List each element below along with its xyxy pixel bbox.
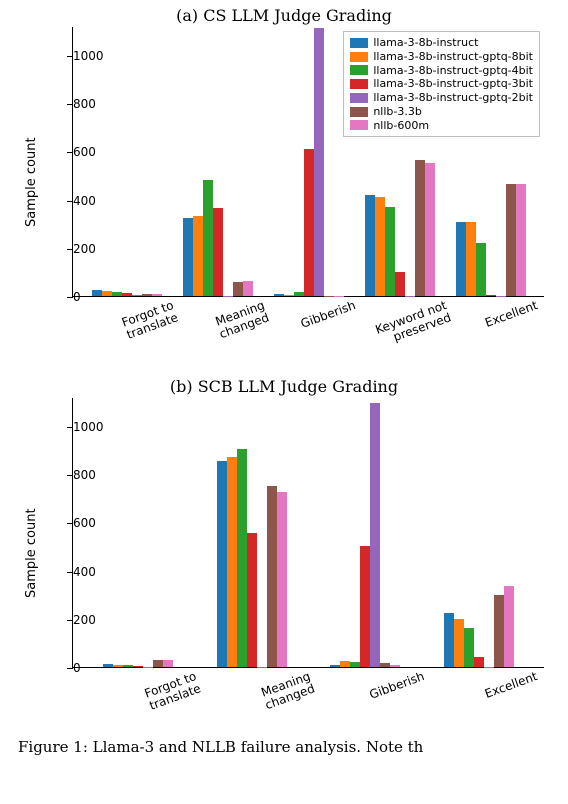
bar — [464, 628, 474, 667]
bar — [360, 546, 370, 667]
bar — [454, 619, 464, 667]
bar — [486, 295, 496, 296]
bar — [112, 292, 122, 296]
legend-label: nllb-3.3b — [373, 105, 422, 119]
chart-a-legend: llama-3-8b-instructllama-3-8b-instruct-g… — [343, 31, 540, 137]
bar — [304, 149, 314, 296]
bar — [474, 657, 484, 667]
bar — [365, 195, 375, 296]
bar — [233, 282, 243, 296]
bar — [494, 595, 504, 667]
bar — [425, 163, 435, 296]
chart-b-ylabel: Sample count — [24, 508, 39, 598]
bar — [203, 180, 213, 296]
bar — [330, 665, 340, 667]
bar — [506, 184, 516, 296]
chart-a-title: (a) CS LLM Judge Grading — [0, 0, 568, 27]
legend-swatch — [350, 65, 368, 75]
bar — [103, 664, 113, 667]
bar — [213, 208, 223, 296]
bar — [183, 218, 193, 296]
bar — [152, 294, 162, 296]
bar — [516, 184, 526, 296]
bar — [132, 295, 142, 296]
chart-b-plot-area: 02004006008001000 — [72, 398, 544, 668]
legend-item: llama-3-8b-instruct-gptq-8bit — [350, 50, 533, 64]
chart-b-bars — [73, 398, 544, 667]
bar — [415, 160, 425, 296]
legend-item: nllb-3.3b — [350, 105, 533, 119]
bar — [122, 293, 132, 296]
category-group — [354, 160, 445, 296]
legend-swatch — [350, 79, 368, 89]
bar — [466, 222, 476, 296]
bar — [456, 222, 466, 296]
bar — [163, 660, 173, 667]
page: (a) CS LLM Judge Grading Sample count 02… — [0, 0, 568, 804]
legend-item: llama-3-8b-instruct-gptq-3bit — [350, 77, 533, 91]
bar — [243, 281, 253, 296]
bar — [247, 533, 257, 667]
bar — [217, 461, 227, 667]
bar — [444, 613, 454, 667]
category-group — [195, 449, 309, 667]
bar — [370, 403, 380, 667]
bar — [153, 660, 163, 667]
chart-b: Sample count 02004006008001000 Forgot to… — [72, 398, 544, 668]
bar — [375, 197, 385, 296]
category-group — [422, 586, 536, 667]
bar — [385, 207, 395, 296]
bar — [350, 662, 360, 667]
figure-caption-fragment: Figure 1: Llama-3 and NLLB failure analy… — [0, 736, 568, 756]
bar — [277, 492, 287, 667]
legend-item: llama-3-8b-instruct — [350, 36, 533, 50]
legend-item: llama-3-8b-instruct-gptq-4bit — [350, 64, 533, 78]
bar — [390, 665, 400, 667]
chart-a-ylabel: Sample count — [24, 137, 39, 227]
legend-item: llama-3-8b-instruct-gptq-2bit — [350, 91, 533, 105]
bar — [504, 586, 514, 667]
chart-b-x-labels: Forgot totranslateMeaningchangedGibberis… — [72, 670, 544, 695]
legend-label: llama-3-8b-instruct-gptq-8bit — [373, 50, 533, 64]
bar — [102, 291, 112, 296]
legend-label: nllb-600m — [373, 119, 429, 133]
bar — [123, 665, 133, 667]
chart-a-plot-area: 02004006008001000 llama-3-8b-instructlla… — [72, 27, 544, 297]
legend-swatch — [350, 38, 368, 48]
bar — [267, 486, 277, 667]
category-group — [263, 28, 354, 296]
bar — [314, 28, 324, 296]
bar — [476, 243, 486, 296]
legend-label: llama-3-8b-instruct-gptq-3bit — [373, 77, 533, 91]
bar — [284, 295, 294, 296]
bar — [227, 457, 237, 667]
bar — [274, 294, 284, 296]
category-group — [81, 290, 172, 296]
chart-a: Sample count 02004006008001000 llama-3-8… — [72, 27, 544, 297]
bar — [237, 449, 247, 667]
bar — [380, 663, 390, 667]
category-group — [309, 403, 423, 667]
bar — [113, 665, 123, 667]
bar — [142, 294, 152, 296]
legend-swatch — [350, 93, 368, 103]
bar — [340, 661, 350, 667]
legend-item: nllb-600m — [350, 119, 533, 133]
legend-label: llama-3-8b-instruct-gptq-4bit — [373, 64, 533, 78]
category-group — [172, 180, 263, 296]
bar — [395, 272, 405, 296]
bar — [294, 292, 304, 296]
bar — [133, 666, 143, 667]
category-group — [81, 660, 195, 667]
chart-b-title: (b) SCB LLM Judge Grading — [0, 371, 568, 398]
legend-swatch — [350, 120, 368, 130]
legend-label: llama-3-8b-instruct-gptq-2bit — [373, 91, 533, 105]
bar — [193, 216, 203, 296]
legend-label: llama-3-8b-instruct — [373, 36, 478, 50]
category-group — [445, 184, 536, 296]
legend-swatch — [350, 107, 368, 117]
chart-a-x-labels: Forgot totranslateMeaningchangedGibberis… — [72, 299, 544, 324]
legend-swatch — [350, 52, 368, 62]
bar — [92, 290, 102, 296]
